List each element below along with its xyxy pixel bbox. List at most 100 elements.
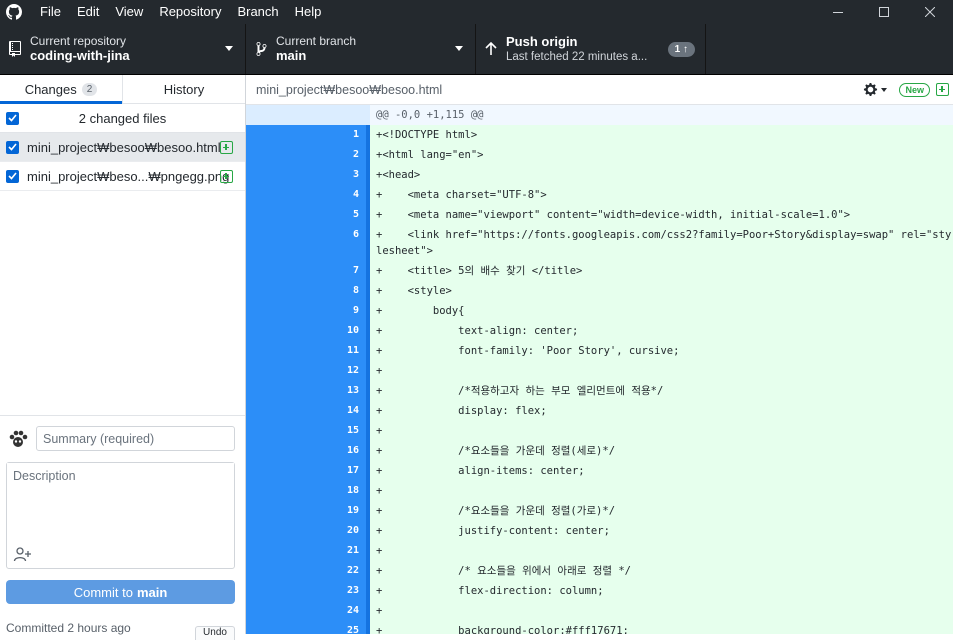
minimize-icon[interactable]	[815, 0, 861, 24]
repo-icon	[0, 41, 30, 57]
diff-line[interactable]: 18 +	[246, 481, 953, 501]
diff-line[interactable]: 1 +<!DOCTYPE html>	[246, 125, 953, 145]
add-coauthor-icon[interactable]	[13, 546, 33, 562]
old-line-number-gutter	[246, 321, 309, 341]
close-icon[interactable]	[907, 0, 953, 24]
diff-line[interactable]: 21 +	[246, 541, 953, 561]
diff-line[interactable]: 6 + <link href="https://fonts.googleapis.…	[246, 225, 953, 261]
diff-settings-button[interactable]	[863, 82, 888, 97]
new-line-number: 5	[309, 205, 370, 225]
diff-header: mini_project₩besoo₩besoo.html New	[246, 75, 953, 105]
diff-view: mini_project₩besoo₩besoo.html New @@ -0,…	[246, 75, 953, 634]
diff-line[interactable]: 16 + /*요소들을 가운데 정렬(세로)*/	[246, 441, 953, 461]
new-line-number: 21	[309, 541, 370, 561]
menu-view[interactable]: View	[107, 0, 151, 24]
menu-edit[interactable]: Edit	[69, 0, 107, 24]
diff-line[interactable]: 7 + <title> 5의 배수 찾기 </title>	[246, 261, 953, 281]
maximize-icon[interactable]	[861, 0, 907, 24]
diff-lines: 1 +<!DOCTYPE html> 2 +<html lang="en"> 3 +<he…	[246, 125, 953, 634]
menu-repository[interactable]: Repository	[151, 0, 229, 24]
new-line-number: 6	[309, 225, 370, 261]
changed-file-item[interactable]: mini_project₩besoo₩besoo.html	[0, 133, 245, 162]
new-line-number: 17	[309, 461, 370, 481]
diff-line-code: +	[370, 421, 953, 441]
diff-line-code: + font-family: 'Poor Story', cursive;	[370, 341, 953, 361]
diff-line-code: + align-items: center;	[370, 461, 953, 481]
old-line-number-gutter	[246, 125, 309, 145]
hunk-header: @@ -0,0 +1,115 @@	[246, 105, 953, 125]
diff-line-code: + flex-direction: column;	[370, 581, 953, 601]
summary-row	[6, 426, 235, 451]
commit-button-branch: main	[136, 584, 168, 600]
new-line-number: 25	[309, 621, 370, 634]
diff-line[interactable]: 12 +	[246, 361, 953, 381]
chevron-down-icon	[881, 87, 888, 92]
commit-button[interactable]: Commit to main	[6, 580, 235, 604]
diff-line[interactable]: 25 + background-color:#fff17671;	[246, 621, 953, 634]
title-bar: File Edit View Repository Branch Help	[0, 0, 953, 24]
tab-changes-label: Changes	[24, 81, 77, 97]
menu-file[interactable]: File	[32, 0, 69, 24]
old-line-number-gutter	[246, 281, 309, 301]
changed-files-count: 2 changed files	[78, 110, 167, 126]
old-line-number-gutter	[246, 581, 309, 601]
diff-line[interactable]: 2 +<html lang="en">	[246, 145, 953, 165]
old-line-number-gutter	[246, 361, 309, 381]
old-line-number-gutter	[246, 521, 309, 541]
diff-line[interactable]: 15 +	[246, 421, 953, 441]
tab-changes[interactable]: Changes 2	[0, 75, 122, 104]
diff-line-code: + body{	[370, 301, 953, 321]
new-line-number: 15	[309, 421, 370, 441]
description-input[interactable]	[7, 463, 234, 543]
diff-line[interactable]: 8 + <style>	[246, 281, 953, 301]
window-controls	[815, 0, 953, 24]
diff-line-code: +<!DOCTYPE html>	[370, 125, 953, 145]
diff-line[interactable]: 20 + justify-content: center;	[246, 521, 953, 541]
new-line-number: 4	[309, 185, 370, 205]
file-checkbox[interactable]	[6, 140, 19, 154]
current-branch-button[interactable]: Current branch main	[246, 24, 476, 74]
new-line-number: 3	[309, 165, 370, 185]
diff-line[interactable]: 14 + display: flex;	[246, 401, 953, 421]
diff-line[interactable]: 13 + /*적용하고자 하는 부모 엘리먼트에 적용*/	[246, 381, 953, 401]
old-line-number-gutter	[246, 205, 309, 225]
avatar	[6, 427, 30, 451]
undo-button[interactable]: Undo	[195, 626, 235, 640]
file-checkbox[interactable]	[6, 169, 19, 183]
branch-name: main	[276, 48, 307, 63]
diff-line[interactable]: 19 + /*요소들을 가운데 정렬(가로)*/	[246, 501, 953, 521]
changed-file-item[interactable]: mini_project₩beso...₩pngegg.png	[0, 162, 245, 191]
menu-branch[interactable]: Branch	[229, 0, 286, 24]
diff-line[interactable]: 5 + <meta name="viewport" content="width=…	[246, 205, 953, 225]
diff-line[interactable]: 17 + align-items: center;	[246, 461, 953, 481]
repository-label: Current repository	[30, 34, 127, 48]
diff-line[interactable]: 10 + text-align: center;	[246, 321, 953, 341]
commit-button-label: Commit to	[73, 584, 133, 600]
tab-history[interactable]: History	[122, 75, 245, 103]
current-repository-button[interactable]: Current repository coding-with-jina	[0, 24, 246, 74]
new-line-number: 14	[309, 401, 370, 421]
old-line-number-gutter	[246, 381, 309, 401]
new-line-number: 2	[309, 145, 370, 165]
file-added-icon	[220, 141, 233, 154]
menu-help[interactable]: Help	[287, 0, 330, 24]
diff-line[interactable]: 22 + /* 요소들을 위에서 아래로 정렬 */	[246, 561, 953, 581]
diff-line[interactable]: 4 + <meta charset="UTF-8">	[246, 185, 953, 205]
push-origin-button[interactable]: Push origin Last fetched 22 minutes a...…	[476, 24, 706, 74]
diff-line[interactable]: 3 +<head>	[246, 165, 953, 185]
diff-line[interactable]: 9 + body{	[246, 301, 953, 321]
file-name: mini_project₩besoo₩besoo.html	[27, 139, 221, 155]
push-label: Push origin	[506, 34, 578, 49]
file-added-icon	[936, 83, 949, 96]
hunk-header-text: @@ -0,0 +1,115 @@	[370, 105, 953, 125]
arrow-up-icon	[476, 42, 506, 56]
new-line-number: 18	[309, 481, 370, 501]
new-file-badge: New	[899, 82, 930, 97]
diff-line[interactable]: 11 + font-family: 'Poor Story', cursive;	[246, 341, 953, 361]
diff-line-code: + <style>	[370, 281, 953, 301]
branch-icon	[246, 41, 276, 57]
diff-line[interactable]: 24 +	[246, 601, 953, 621]
diff-line[interactable]: 23 + flex-direction: column;	[246, 581, 953, 601]
summary-input[interactable]	[36, 426, 235, 451]
new-line-number: 20	[309, 521, 370, 541]
